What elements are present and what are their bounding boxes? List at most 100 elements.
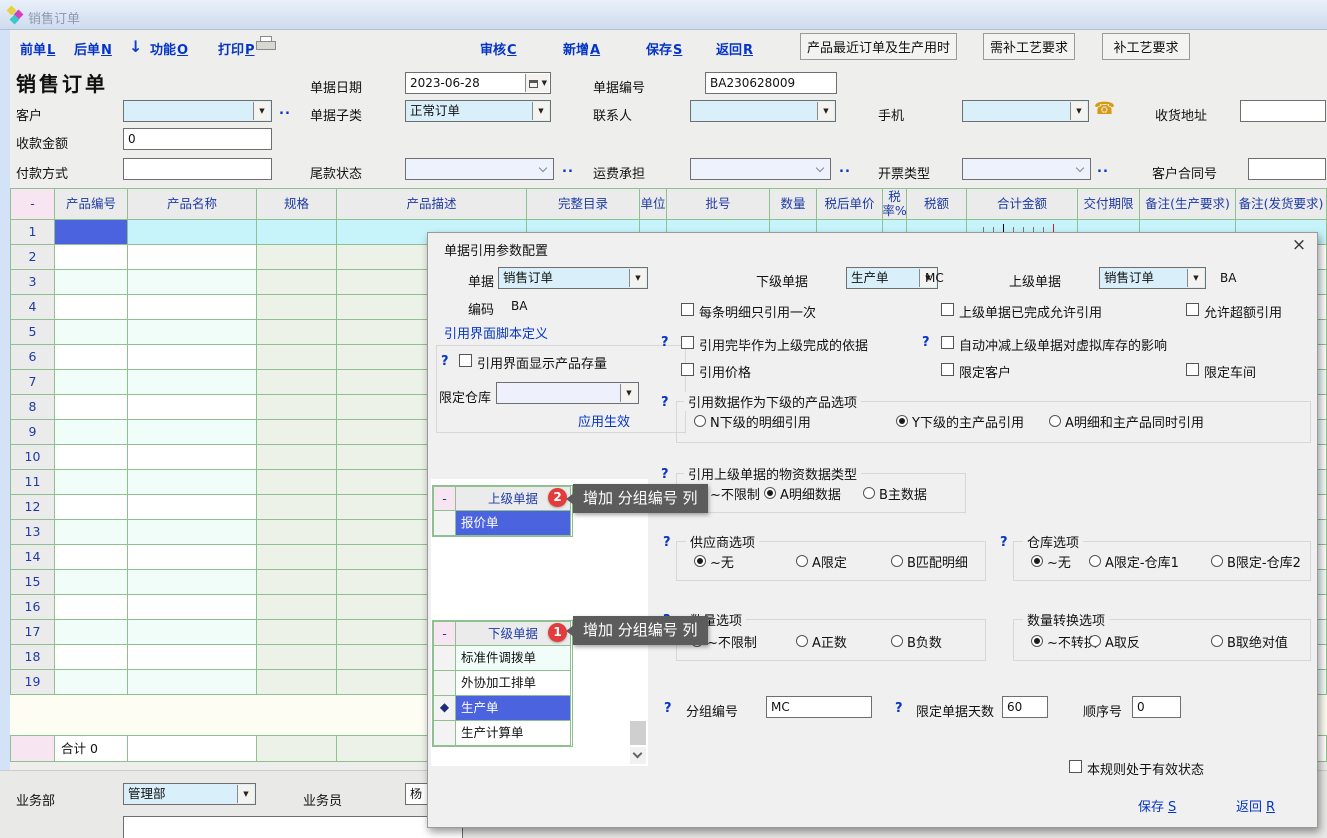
radio[interactable] — [1049, 415, 1061, 427]
grid-cell[interactable] — [55, 395, 128, 420]
list-upper-item[interactable]: 报价单 — [456, 511, 571, 536]
rule-active-label[interactable]: 本规则处于有效状态 — [1087, 759, 1204, 778]
doc-type-combo[interactable]: 销售订单▼ — [498, 267, 648, 289]
ref-price-checkbox[interactable] — [681, 363, 694, 376]
over-quota-label[interactable]: 允许超额引用 — [1204, 302, 1282, 321]
grid-cell[interactable] — [55, 645, 128, 670]
grid-cell[interactable] — [257, 245, 337, 270]
radio-label[interactable]: B负数 — [907, 632, 942, 651]
prev-doc-link[interactable]: 前单L — [20, 39, 55, 58]
grid-cell[interactable] — [128, 595, 257, 620]
radio[interactable] — [1031, 555, 1043, 567]
column-header[interactable]: 规格 — [257, 188, 337, 220]
balance-combo[interactable] — [405, 158, 554, 180]
row-number[interactable]: 9 — [10, 420, 55, 445]
customer-more-link[interactable]: .. — [279, 103, 291, 118]
chevron-down-icon[interactable]: ▼ — [532, 102, 549, 120]
invoice-more-link[interactable]: .. — [1097, 161, 1109, 176]
list-lower-item[interactable]: 标准件调拨单 — [456, 646, 571, 671]
days-input[interactable]: 60 — [1002, 696, 1048, 718]
help-icon[interactable]: ? — [661, 467, 669, 482]
grid-cell[interactable] — [257, 395, 337, 420]
grid-cell[interactable] — [257, 595, 337, 620]
grid-cell[interactable] — [55, 570, 128, 595]
help-icon[interactable]: ? — [663, 535, 671, 550]
grid-cell[interactable] — [55, 320, 128, 345]
print-link[interactable]: 打印P — [218, 39, 255, 58]
row-number[interactable]: 2 — [10, 245, 55, 270]
remark-textarea[interactable] — [123, 816, 463, 838]
grid-cell[interactable] — [128, 445, 257, 470]
audit-link[interactable]: 审核C — [480, 39, 517, 58]
list-lower-minus-header[interactable]: - — [433, 621, 456, 646]
grid-cell[interactable] — [128, 545, 257, 570]
grid-cell[interactable] — [55, 445, 128, 470]
grid-cell[interactable] — [257, 520, 337, 545]
next-doc-link[interactable]: 后单N — [74, 39, 112, 58]
grid-cell[interactable] — [128, 395, 257, 420]
phone-icon[interactable]: ☎ — [1094, 99, 1115, 119]
radio-label[interactable]: B主数据 — [879, 484, 927, 503]
dialog-back-link[interactable]: 返回R — [1236, 796, 1275, 815]
freight-combo[interactable] — [690, 158, 831, 180]
selected-cell[interactable] — [55, 220, 128, 245]
list-lower-item[interactable]: 外协加工排单 — [456, 671, 571, 696]
dept-combo[interactable]: 管理部▼ — [123, 783, 256, 805]
grid-cell[interactable] — [128, 345, 257, 370]
balance-more-link[interactable]: .. — [562, 161, 574, 176]
grid-cell[interactable] — [128, 620, 257, 645]
column-header[interactable]: 税额 — [907, 188, 967, 220]
radio-label[interactable]: A明细和主产品同时引用 — [1065, 412, 1204, 431]
radio-label[interactable]: Y下级的主产品引用 — [912, 412, 1024, 431]
column-header[interactable]: 批号 — [667, 188, 770, 220]
as-done-label[interactable]: 引用完毕作为上级完成的依据 — [699, 335, 868, 354]
list-lower-item[interactable]: 生产单 — [456, 696, 571, 721]
radio[interactable] — [764, 487, 776, 499]
grid-cell[interactable] — [55, 420, 128, 445]
radio-label[interactable]: ~不限制 — [707, 632, 757, 651]
date-input[interactable]: 2023-06-28 ▼ — [405, 72, 551, 94]
radio-label[interactable]: A明细数据 — [780, 484, 841, 503]
radio[interactable] — [1211, 635, 1223, 647]
grid-cell[interactable] — [257, 470, 337, 495]
radio[interactable] — [863, 487, 875, 499]
function-link[interactable]: 功能O — [150, 39, 188, 58]
grid-cell[interactable] — [257, 220, 337, 245]
customer-combo[interactable]: ▼ — [123, 100, 272, 122]
row-number[interactable]: 17 — [10, 620, 55, 645]
grid-cell[interactable] — [55, 545, 128, 570]
supplement-process-button[interactable]: 补工艺要求 — [1102, 33, 1190, 60]
radio-label[interactable]: A限定-仓库1 — [1105, 552, 1179, 571]
row-number[interactable]: 16 — [10, 595, 55, 620]
row-number[interactable]: 12 — [10, 495, 55, 520]
column-header[interactable]: 税后单价 — [817, 188, 883, 220]
subtype-combo[interactable]: 正常订单▼ — [405, 100, 551, 122]
radio[interactable] — [891, 635, 903, 647]
row-number[interactable]: 10 — [10, 445, 55, 470]
grid-cell[interactable] — [55, 245, 128, 270]
scrollbar-down-button[interactable] — [630, 747, 646, 764]
chevron-down-icon[interactable]: ▼ — [237, 785, 254, 803]
freight-more-link[interactable]: .. — [839, 161, 851, 176]
grid-cell[interactable] — [257, 270, 337, 295]
grid-cell[interactable] — [55, 345, 128, 370]
auto-offset-checkbox[interactable] — [941, 336, 954, 349]
radio[interactable] — [1211, 555, 1223, 567]
rule-active-checkbox[interactable] — [1069, 760, 1082, 773]
radio-label[interactable]: B限定-仓库2 — [1227, 552, 1301, 571]
row-number[interactable]: 14 — [10, 545, 55, 570]
chevron-down-icon[interactable]: ▼ — [817, 102, 834, 120]
grid-cell[interactable] — [128, 570, 257, 595]
auto-offset-label[interactable]: 自动冲减上级单据对虚拟库存的影响 — [959, 335, 1167, 354]
grid-cell[interactable] — [257, 570, 337, 595]
grid-cell[interactable] — [128, 420, 257, 445]
help-icon[interactable]: ? — [1000, 535, 1008, 550]
back-link[interactable]: 返回R — [716, 39, 753, 58]
column-header[interactable]: 产品编号 — [55, 188, 128, 220]
show-stock-checkbox[interactable] — [459, 354, 472, 367]
row-number[interactable]: 1 — [10, 220, 55, 245]
radio-label[interactable]: A正数 — [812, 632, 847, 651]
column-header[interactable]: 交付期限 — [1078, 188, 1140, 220]
as-done-checkbox[interactable] — [681, 336, 694, 349]
mobile-combo[interactable]: ▼ — [962, 100, 1089, 122]
